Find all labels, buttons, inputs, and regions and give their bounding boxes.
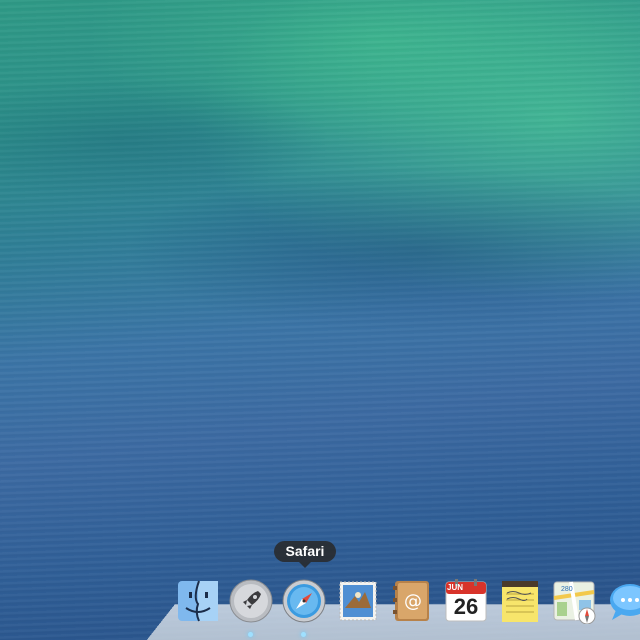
rocket-icon [229, 579, 273, 623]
dock-item-calendar[interactable]: JUN 26 [443, 578, 489, 624]
dock-item-finder[interactable] [175, 578, 221, 624]
compass-icon [282, 579, 326, 623]
dock-item-notes[interactable] [497, 578, 543, 624]
dock-item-messages[interactable] [604, 578, 640, 624]
dock-item-contacts[interactable]: @ [389, 578, 435, 624]
calendar-month: JUN [447, 583, 464, 592]
dock-item-safari[interactable] [281, 578, 327, 624]
running-indicator [248, 632, 253, 637]
finder-icon [178, 580, 218, 622]
map-route-badge: 280 [561, 586, 573, 593]
svg-text:@: @ [404, 591, 422, 612]
speech-bubble-icon [610, 584, 640, 620]
dock-tooltip: Safari [274, 541, 336, 568]
dock-item-launchpad[interactable] [228, 578, 274, 624]
dock-item-mail[interactable] [335, 578, 381, 624]
dock-item-maps[interactable]: 280 [551, 578, 597, 624]
map-icon [553, 581, 596, 624]
desktop: Safari @ JUN 26 280 [0, 0, 640, 640]
notepad-icon [502, 581, 538, 622]
stamp-icon [339, 581, 377, 621]
running-indicator [301, 632, 306, 637]
address-book-icon: @ [393, 581, 429, 621]
calendar-day: 26 [453, 594, 479, 619]
